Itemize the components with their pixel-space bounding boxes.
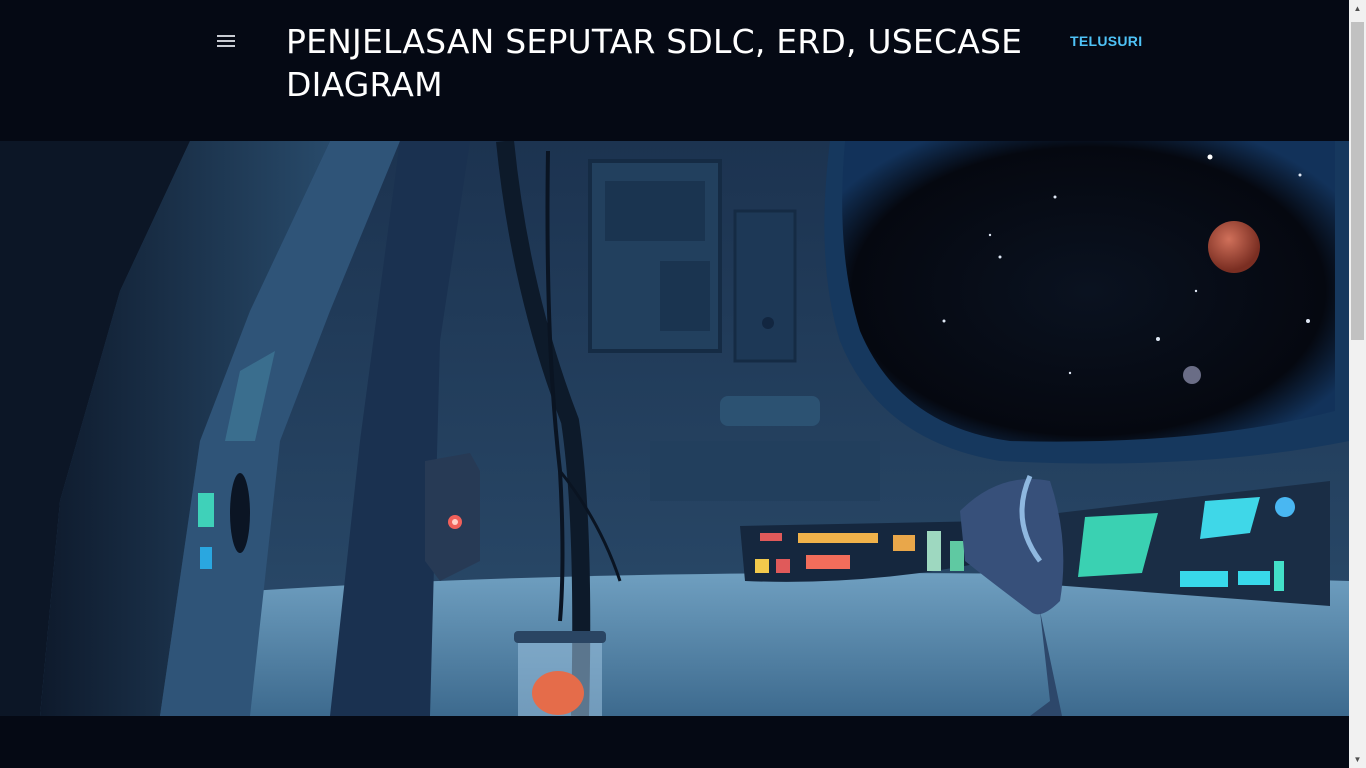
scroll-up-icon[interactable]: ▲ <box>1349 0 1366 17</box>
blog-header: PENJELASAN SEPUTAR SDLC, ERD, USECASE DI… <box>0 0 1349 141</box>
content-area <box>0 716 1349 768</box>
page-scrollbar[interactable]: ▲ ▼ <box>1349 0 1366 768</box>
blog-title[interactable]: PENJELASAN SEPUTAR SDLC, ERD, USECASE DI… <box>286 20 1046 106</box>
hamburger-menu-icon[interactable] <box>212 28 240 54</box>
scroll-thumb[interactable] <box>1351 22 1364 340</box>
hero-image <box>0 141 1349 716</box>
scroll-down-icon[interactable]: ▼ <box>1349 751 1366 768</box>
search-button[interactable]: TELUSURI <box>1070 33 1142 49</box>
blog-page: PENJELASAN SEPUTAR SDLC, ERD, USECASE DI… <box>0 0 1366 768</box>
spaceship-interior-illustration <box>0 141 1349 716</box>
